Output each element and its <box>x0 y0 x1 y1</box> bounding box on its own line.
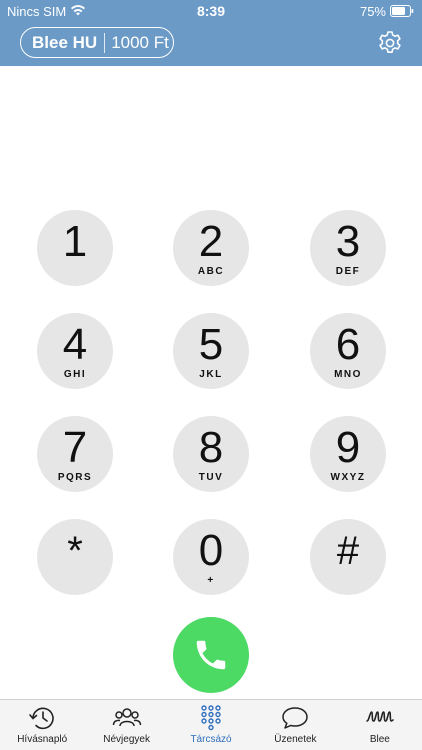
key-2[interactable]: 2 ABC <box>173 210 249 286</box>
account-selector[interactable]: Blee HU 1000 Ft <box>20 27 174 58</box>
key-9[interactable]: 9 WXYZ <box>310 416 386 492</box>
key-digit: 6 <box>335 319 361 369</box>
key-digit: # <box>336 528 360 573</box>
key-digit: 8 <box>198 422 224 472</box>
status-bar: Nincs SIM 8:39 75% <box>0 0 422 22</box>
header-bar: Nincs SIM 8:39 75% Blee HU 1000 Ft <box>0 0 422 66</box>
key-letters: GHI <box>63 368 87 380</box>
tab-bar: Hívásnapló Névjegyek Tárcsázó Üzenetek B… <box>0 699 422 750</box>
blee-logo-icon <box>366 711 394 722</box>
tab-label: Blee <box>369 734 390 745</box>
key-digit: 3 <box>335 216 361 266</box>
key-1[interactable]: 1 <box>37 210 113 286</box>
pill-divider <box>104 32 106 53</box>
key-digit: 5 <box>198 319 224 369</box>
key-3[interactable]: 3 DEF <box>310 210 386 286</box>
key-digit: 4 <box>62 319 88 369</box>
key-digit: 9 <box>335 422 361 472</box>
history-icon <box>29 707 54 730</box>
account-balance: 1000 Ft <box>111 32 169 52</box>
gear-icon[interactable] <box>377 30 403 56</box>
key-5[interactable]: 5 JKL <box>173 313 249 389</box>
battery-percent: 75% <box>359 4 386 19</box>
key-hash[interactable]: # <box>310 519 386 595</box>
key-letters: MNO <box>334 368 362 380</box>
contacts-icon <box>112 708 141 727</box>
key-letters: TUV <box>198 471 224 483</box>
key-letters: PQRS <box>57 471 93 483</box>
key-digit: * <box>67 528 83 573</box>
key-star[interactable]: * <box>37 519 113 595</box>
key-0[interactable]: 0 + <box>173 519 249 595</box>
key-letters: JKL <box>199 368 223 380</box>
key-7[interactable]: 7 PQRS <box>37 416 113 492</box>
call-button[interactable] <box>173 617 249 693</box>
key-digit: 2 <box>198 216 224 266</box>
tab-history[interactable]: Hívásnapló <box>0 700 84 750</box>
tab-label: Üzenetek <box>274 734 317 745</box>
key-6[interactable]: 6 MNO <box>310 313 386 389</box>
key-letters: + <box>207 574 215 586</box>
phone-icon <box>196 640 226 670</box>
key-digit: 0 <box>198 525 224 575</box>
tab-label: Tárcsázó <box>190 734 232 745</box>
battery-icon <box>390 5 414 17</box>
message-icon <box>282 707 309 729</box>
key-letters: DEF <box>335 265 361 277</box>
tab-blee[interactable]: Blee <box>338 700 422 750</box>
tab-contacts[interactable]: Névjegyek <box>84 700 168 750</box>
tab-dialer[interactable]: Tárcsázó <box>169 700 253 750</box>
clock: 8:39 <box>196 3 226 19</box>
key-digit: 1 <box>62 216 88 266</box>
key-8[interactable]: 8 TUV <box>173 416 249 492</box>
key-4[interactable]: 4 GHI <box>37 313 113 389</box>
tab-label: Hívásnapló <box>17 734 68 745</box>
account-name: Blee HU <box>32 32 98 52</box>
key-letters: WXYZ <box>330 471 366 483</box>
key-digit: 7 <box>62 422 88 472</box>
tab-label: Névjegyek <box>103 734 150 745</box>
tab-messages[interactable]: Üzenetek <box>253 700 337 750</box>
key-letters: ABC <box>197 265 225 277</box>
keypad-icon <box>201 705 221 731</box>
